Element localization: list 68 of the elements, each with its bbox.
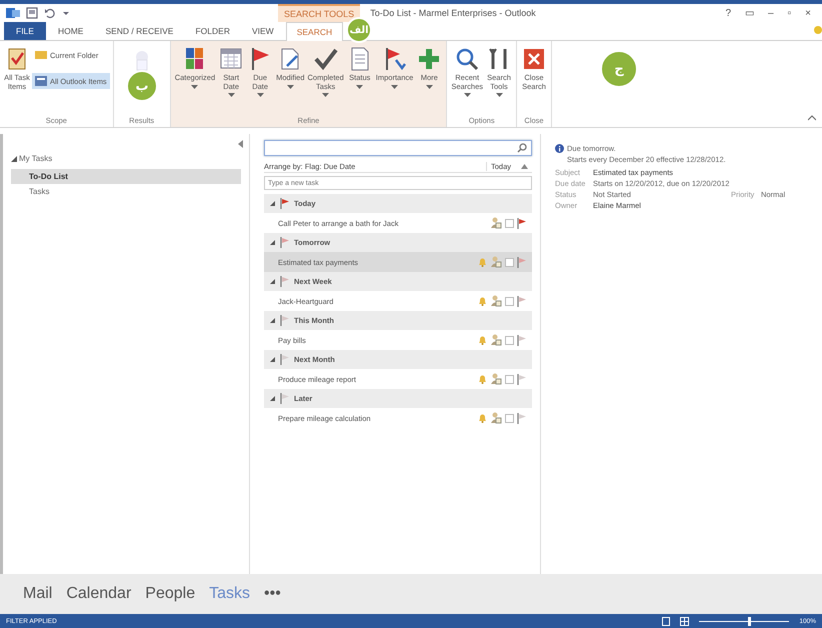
- window-control-button[interactable]: ▫: [782, 7, 796, 19]
- flag-icon[interactable]: [517, 256, 526, 268]
- window-control-button[interactable]: ?: [720, 7, 736, 19]
- flag-icon[interactable]: [517, 334, 526, 346]
- flag-icon[interactable]: [517, 296, 526, 306]
- folder-item[interactable]: Tasks: [11, 184, 241, 199]
- ribbon-tab[interactable]: SEARCH: [286, 22, 344, 41]
- mailbox-icon: [35, 75, 47, 87]
- expanded-arrow-icon: [270, 318, 275, 323]
- search-field[interactable]: [264, 140, 532, 156]
- nav-link[interactable]: •••: [261, 585, 284, 603]
- collapse-ribbon-icon[interactable]: [808, 115, 816, 121]
- assigned-person-icon: [490, 334, 502, 346]
- checkbox[interactable]: [505, 258, 514, 266]
- close-icon: [521, 46, 547, 72]
- ribbon-tab[interactable]: FILE: [4, 22, 46, 40]
- callout-badge: الف: [346, 17, 372, 43]
- flag-icon[interactable]: [517, 374, 526, 384]
- checkbox[interactable]: [505, 374, 514, 384]
- nav-link[interactable]: Calendar: [63, 585, 134, 603]
- sort-up-icon[interactable]: [521, 164, 528, 169]
- window-control-button[interactable]: ▭: [740, 7, 760, 19]
- assigned-person-icon: [490, 373, 502, 385]
- flag-icon[interactable]: [280, 237, 289, 248]
- assigned-person-icon: [490, 412, 502, 424]
- expanded-arrow-icon: [270, 240, 275, 245]
- undo-icon[interactable]: [44, 7, 56, 19]
- app-icon: [6, 7, 20, 19]
- assigned-person-icon: [490, 256, 502, 268]
- expanded-arrow-icon: [270, 201, 275, 206]
- assigned-person-icon: [490, 217, 502, 229]
- flag-icon[interactable]: [517, 218, 526, 228]
- window-control-button[interactable]: –: [763, 7, 779, 19]
- checkbox[interactable]: [505, 336, 514, 344]
- flag-icon[interactable]: [280, 198, 289, 209]
- normal-view-icon[interactable]: [662, 616, 670, 626]
- checkbox[interactable]: [505, 296, 514, 306]
- user-status-icon: [814, 26, 822, 34]
- assigned-person-icon: [490, 295, 502, 307]
- ribbon-tab[interactable]: SEND / RECEIVE: [95, 22, 184, 40]
- window-title: To-Do List - Marmel Enterprises - Outlook: [370, 8, 536, 18]
- nav-link[interactable]: People: [142, 585, 198, 603]
- nav-link[interactable]: Mail: [20, 585, 56, 603]
- flag-icon[interactable]: [517, 412, 526, 424]
- flag-icon[interactable]: [280, 393, 289, 404]
- save-icon[interactable]: [26, 7, 38, 19]
- expanded-arrow-icon: [270, 279, 275, 284]
- collapse-pane-icon[interactable]: [237, 140, 243, 148]
- checkbox[interactable]: [505, 218, 514, 228]
- expanded-arrow-icon: [270, 396, 275, 401]
- flag-icon[interactable]: [280, 276, 289, 287]
- search-icon: [454, 46, 480, 72]
- expanded-arrow-icon: [270, 357, 275, 362]
- folder-group-header[interactable]: My Tasks: [11, 154, 249, 163]
- reading-view-icon[interactable]: [680, 616, 690, 626]
- window-control-button[interactable]: ×: [800, 7, 816, 19]
- context-tab-label: SEARCH TOOLS: [278, 4, 360, 22]
- ribbon-tab[interactable]: VIEW: [242, 22, 284, 40]
- flag-icon[interactable]: [280, 354, 289, 365]
- folder-icon: [35, 49, 47, 61]
- checkmark-icon: [312, 46, 339, 72]
- info-icon: [555, 144, 564, 153]
- checkbox[interactable]: [505, 414, 514, 422]
- search-icon: [517, 143, 527, 153]
- folder-item[interactable]: To-Do List: [11, 169, 241, 184]
- ribbon-tab[interactable]: FOLDER: [185, 22, 240, 40]
- ribbon-tab[interactable]: HOME: [48, 22, 94, 40]
- flag-icon[interactable]: [280, 315, 289, 326]
